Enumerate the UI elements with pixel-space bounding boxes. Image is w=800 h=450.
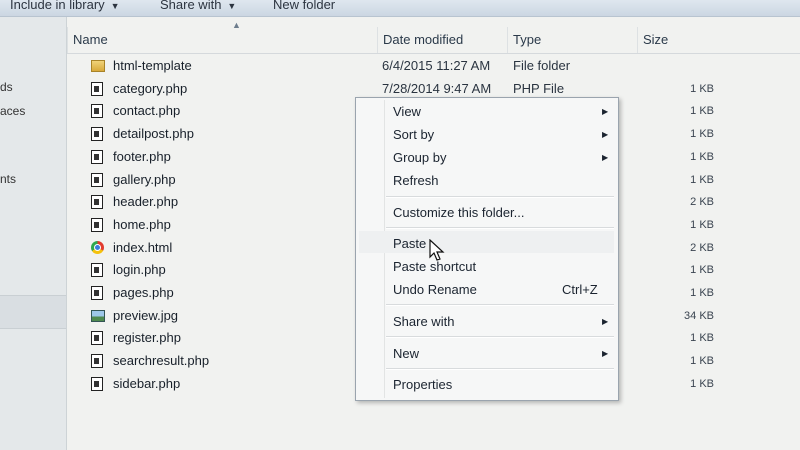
file-name: register.php <box>113 330 181 346</box>
menu-item-group-by-label: Group by <box>393 150 447 165</box>
column-header-size[interactable]: Size <box>637 27 800 53</box>
chevron-down-icon: ▼ <box>110 1 120 11</box>
share-with-label: Share with <box>160 0 222 12</box>
column-header-type[interactable]: Type <box>507 27 638 53</box>
column-header-date-modified[interactable]: Date modified <box>377 27 503 53</box>
file-size: 2 KB <box>690 241 714 254</box>
file-size: 1 KB <box>690 82 714 95</box>
menu-item-sort-by-label: Sort by <box>393 127 435 142</box>
column-header-name[interactable]: Name <box>67 27 358 53</box>
file-name: login.php <box>113 262 166 278</box>
nav-item-nts[interactable]: nts <box>0 172 16 186</box>
file-size: 1 KB <box>690 332 714 345</box>
php-file-icon <box>91 81 103 96</box>
file-size: 1 KB <box>690 150 714 163</box>
submenu-arrow-icon: ▶ <box>602 130 609 139</box>
navigation-pane: ds aces nts <box>0 17 67 450</box>
file-size: 1 KB <box>690 377 714 390</box>
menu-item-share-with-label: Share with <box>393 314 455 329</box>
menu-separator <box>386 368 614 370</box>
context-menu: View ▶ Sort by ▶ Group by ▶ Refresh Cust… <box>355 97 619 401</box>
chrome-html-icon <box>91 240 104 254</box>
file-size: 1 KB <box>690 287 714 299</box>
file-name: detailpost.php <box>113 126 194 142</box>
menu-separator <box>386 304 614 306</box>
file-name: index.html <box>113 239 173 255</box>
include-in-library-button[interactable]: Include in library ▼ <box>10 0 120 12</box>
submenu-arrow-icon: ▶ <box>602 153 609 162</box>
file-size: 2 KB <box>690 196 714 209</box>
file-size: 1 KB <box>690 264 714 277</box>
php-file-icon <box>91 354 103 369</box>
file-name: gallery.php <box>113 171 176 187</box>
file-name: pages.php <box>113 285 174 300</box>
file-name: contact.php <box>113 103 181 119</box>
menu-item-new-label: New <box>393 346 420 361</box>
undo-shortcut-label: Ctrl+Z <box>562 282 598 297</box>
nav-selected-item[interactable] <box>0 295 66 329</box>
file-name: sidebar.php <box>113 375 181 391</box>
nav-item-aces[interactable]: aces <box>0 104 25 118</box>
command-toolbar: Include in library ▼ Share with ▼ New fold… <box>0 0 800 17</box>
php-file-icon <box>91 149 103 164</box>
file-size: 34 KB <box>684 309 714 322</box>
file-type: File folder <box>513 58 571 73</box>
php-file-icon <box>91 286 103 300</box>
php-file-icon <box>91 195 103 210</box>
new-folder-button[interactable]: New folder <box>273 0 335 12</box>
submenu-arrow-icon: ▶ <box>602 349 609 358</box>
file-size: 1 KB <box>690 105 714 118</box>
file-date-modified: 6/4/2015 11:27 AM <box>382 58 491 73</box>
mouse-pointer-icon <box>429 239 445 261</box>
file-name: preview.jpg <box>113 307 179 323</box>
file-size: 1 KB <box>690 355 714 368</box>
file-size: 1 KB <box>690 218 714 231</box>
column-header-row: ▲ Name Date modified Type Size <box>67 20 800 54</box>
file-name: home.php <box>113 216 171 232</box>
php-file-icon <box>91 331 103 346</box>
menu-item-refresh[interactable]: Refresh <box>393 173 439 188</box>
file-name: footer.php <box>113 148 171 164</box>
php-file-icon <box>91 104 103 119</box>
menu-item-paste[interactable]: Paste <box>393 236 426 251</box>
file-name: header.php <box>113 194 179 210</box>
menu-item-properties[interactable]: Properties <box>393 377 452 392</box>
file-name: category.php <box>113 80 188 96</box>
menu-separator <box>386 227 614 229</box>
menu-separator <box>386 336 614 338</box>
php-file-icon <box>91 217 103 232</box>
submenu-arrow-icon: ▶ <box>602 317 609 326</box>
php-file-icon <box>91 172 103 187</box>
file-size: 1 KB <box>690 128 714 141</box>
file-size: 1 KB <box>690 173 714 186</box>
php-file-icon <box>91 127 103 142</box>
menu-item-view-label: View <box>393 104 421 119</box>
php-file-icon <box>91 376 103 391</box>
file-name: html-template <box>113 58 192 73</box>
include-in-library-label: Include in library <box>10 0 105 12</box>
jpg-image-icon <box>91 309 105 322</box>
file-name: searchresult.php <box>113 353 210 369</box>
nav-item-ds[interactable]: ds <box>0 80 13 94</box>
chevron-down-icon: ▼ <box>227 1 237 11</box>
folder-icon <box>91 60 105 72</box>
submenu-arrow-icon: ▶ <box>602 107 609 116</box>
menu-separator <box>386 196 614 198</box>
share-with-button[interactable]: Share with ▼ <box>160 0 236 12</box>
file-row[interactable]: html-template 6/4/2015 11:27 AM File folde… <box>67 55 800 77</box>
php-file-icon <box>91 263 103 278</box>
menu-item-undo-rename-label: Undo Rename <box>393 282 477 297</box>
menu-item-customize-folder[interactable]: Customize this folder... <box>393 205 525 220</box>
